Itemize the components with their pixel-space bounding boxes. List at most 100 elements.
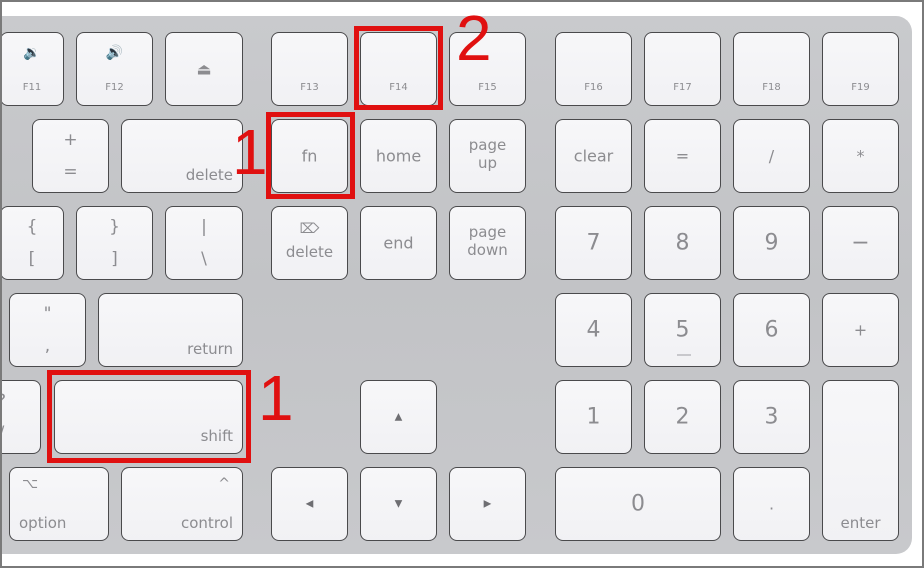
key-label: enter — [840, 514, 881, 532]
key-label: * — [856, 146, 865, 166]
arrow-icon: ▼ — [394, 498, 403, 510]
key-end[interactable]: end — [360, 206, 437, 280]
key-np3[interactable]: 3 — [733, 380, 810, 454]
arrow-icon: ◀ — [305, 498, 314, 510]
key-quote[interactable]: ", — [9, 293, 86, 367]
key-label: . — [768, 494, 775, 514]
tactile-bump — [677, 354, 691, 356]
key-label: delete — [285, 243, 334, 261]
key-f12[interactable]: 🔊 F12 — [76, 32, 153, 106]
key-arrow-down[interactable]: ▼ — [360, 467, 437, 541]
key-np8[interactable]: 8 — [644, 206, 721, 280]
key-pipe[interactable]: | \ — [165, 206, 243, 280]
key-clear[interactable]: clear — [555, 119, 632, 193]
highlight-fn-key — [266, 112, 355, 199]
key-label: end — [383, 233, 414, 253]
key-base-symbol: ] — [111, 249, 118, 269]
key-label: control — [181, 514, 233, 532]
forward-delete-icon: ⌦ — [299, 221, 320, 237]
highlight-shift-key — [47, 370, 251, 463]
key-home[interactable]: home — [360, 119, 437, 193]
key-label: 5 — [675, 317, 690, 343]
key-brace-right[interactable]: }] — [76, 206, 153, 280]
highlight-f14-key — [354, 26, 443, 110]
volume-up-icon: 🔊 — [105, 45, 124, 61]
key-shift-symbol: ? — [2, 391, 40, 411]
key-np6[interactable]: 6 — [733, 293, 810, 367]
key-return[interactable]: return — [98, 293, 243, 367]
key-base-symbol: , — [44, 336, 51, 356]
screenshot-frame: 🔉 F11 🔊 F12 ⏏ F13 F14 F15 F16 F17 F18 F19 + = delete fn… — [0, 0, 924, 568]
key-label: F18 — [762, 82, 781, 93]
key-enter[interactable]: enter — [822, 380, 899, 541]
key-f13[interactable]: F13 — [271, 32, 348, 106]
key-base-symbol: / — [2, 423, 40, 443]
key-arrow-left[interactable]: ◀ — [271, 467, 348, 541]
key-arrow-right[interactable]: ▶ — [449, 467, 526, 541]
key-np4[interactable]: 4 — [555, 293, 632, 367]
key-label: clear — [573, 146, 614, 166]
key-np-plus[interactable]: + — [822, 293, 899, 367]
key-label: 2 — [675, 404, 690, 430]
key-base-symbol: [ — [28, 249, 36, 269]
key-shift-symbol: | — [201, 217, 207, 237]
key-f19[interactable]: F19 — [822, 32, 899, 106]
arrow-icon: ▶ — [483, 498, 492, 510]
key-eject[interactable]: ⏏ — [165, 32, 243, 106]
key-forward-delete[interactable]: ⌦ delete — [271, 206, 348, 280]
key-np-divide[interactable]: / — [733, 119, 810, 193]
key-label: 7 — [586, 230, 601, 256]
key-page-up[interactable]: page up — [449, 119, 526, 193]
key-question[interactable]: ?/ — [2, 380, 41, 454]
key-shift-symbol: } — [109, 217, 120, 237]
key-label: 4 — [586, 317, 601, 343]
key-label: F16 — [584, 82, 603, 93]
key-np7[interactable]: 7 — [555, 206, 632, 280]
step-label-f14: 2 — [456, 2, 492, 74]
key-label: return — [187, 340, 233, 358]
key-shift-symbol: { — [26, 217, 38, 237]
key-option[interactable]: ⌥ option — [9, 467, 109, 541]
key-control[interactable]: ^ control — [121, 467, 243, 541]
key-f11[interactable]: 🔉 F11 — [2, 32, 64, 106]
key-np-minus[interactable]: − — [822, 206, 899, 280]
key-np-decimal[interactable]: . — [733, 467, 810, 541]
key-label: + — [853, 320, 868, 340]
key-base-symbol: = — [63, 162, 78, 182]
key-label: 8 — [675, 230, 690, 256]
key-shift-symbol: " — [43, 304, 52, 324]
key-label: F17 — [673, 82, 692, 93]
key-label: 9 — [764, 230, 779, 256]
key-base-symbol: \ — [201, 249, 207, 269]
volume-down-icon: 🔉 — [23, 45, 41, 61]
eject-icon: ⏏ — [196, 59, 212, 79]
key-np5[interactable]: 5 — [644, 293, 721, 367]
key-arrow-up[interactable]: ▲ — [360, 380, 437, 454]
key-np-multiply[interactable]: * — [822, 119, 899, 193]
key-f18[interactable]: F18 — [733, 32, 810, 106]
key-brace-left[interactable]: {[ — [2, 206, 64, 280]
key-label: 6 — [764, 317, 779, 343]
key-label: delete — [185, 166, 233, 184]
key-page-down[interactable]: page down — [449, 206, 526, 280]
step-label-shift: 1 — [258, 362, 294, 434]
key-label: = — [675, 146, 690, 166]
key-label: home — [375, 146, 422, 166]
key-shift-symbol: + — [63, 130, 78, 150]
arrow-icon: ▲ — [394, 411, 403, 423]
key-np2[interactable]: 2 — [644, 380, 721, 454]
key-f17[interactable]: F17 — [644, 32, 721, 106]
key-label-line1: page — [468, 136, 507, 154]
key-delete[interactable]: delete — [121, 119, 243, 193]
key-np0[interactable]: 0 — [555, 467, 721, 541]
key-label: F15 — [478, 82, 497, 93]
key-plus-equals[interactable]: + = — [32, 119, 109, 193]
key-label-line2: up — [477, 154, 498, 172]
key-label: F19 — [851, 82, 870, 93]
key-np-equals[interactable]: = — [644, 119, 721, 193]
key-label-line1: page — [468, 223, 507, 241]
key-np9[interactable]: 9 — [733, 206, 810, 280]
key-label: F12 — [105, 82, 124, 93]
key-f16[interactable]: F16 — [555, 32, 632, 106]
key-np1[interactable]: 1 — [555, 380, 632, 454]
